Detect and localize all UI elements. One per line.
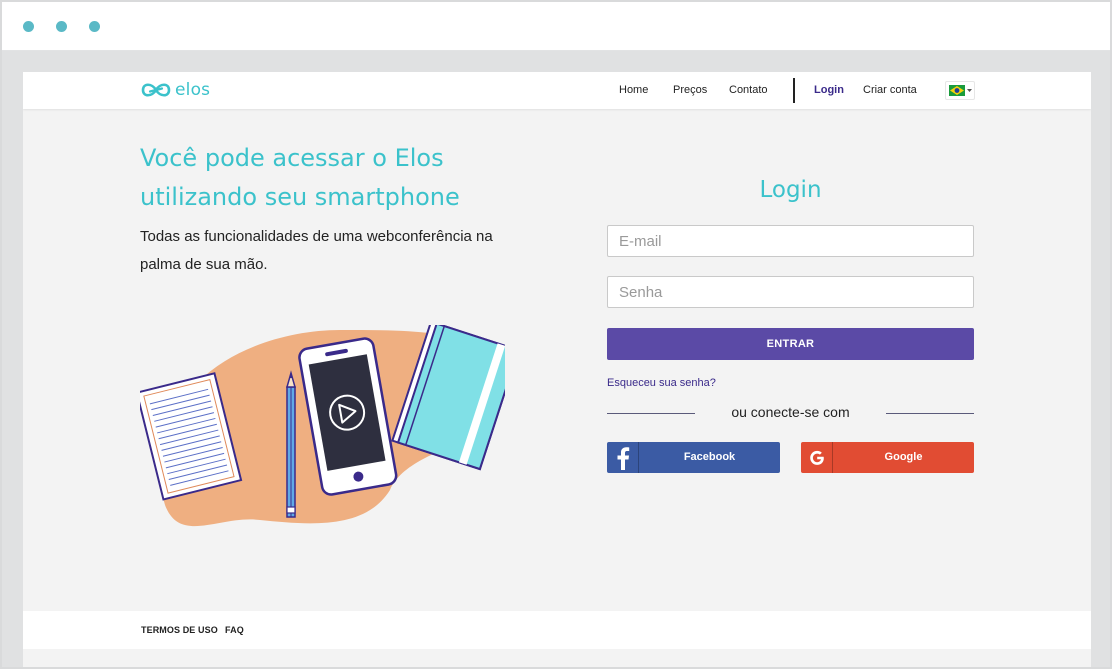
password-field[interactable] [607,276,974,308]
forgot-password-link[interactable]: Esqueceu sua senha? [607,377,716,389]
window-dot [89,21,100,32]
browser-chrome [2,2,1110,51]
hero-subtitle: Todas as funcionalidades de uma webconfe… [140,223,520,279]
brazil-flag-icon [948,85,965,96]
divider-line-right [886,413,974,414]
window-dot [56,21,67,32]
nav-login[interactable]: Login [814,72,844,109]
page: elos Home Preços Contato Login Criar con… [23,72,1091,667]
footer-terms-link[interactable]: TERMOS DE USO [141,625,218,635]
google-icon [801,442,833,473]
nav-criar-conta[interactable]: Criar conta [863,72,917,109]
google-login-button[interactable]: Google [801,442,974,473]
hero-subtitle-line: Todas as funcionalidades de uma webconfe… [140,228,493,245]
logo[interactable]: elos [140,79,210,101]
site-footer: TERMOS DE USO FAQ [23,611,1091,649]
social-divider-label: ou conecte-se com [731,404,850,420]
google-button-label: Google [884,451,923,463]
login-button[interactable]: ENTRAR [607,328,974,360]
site-header: elos Home Preços Contato Login Criar con… [23,72,1091,109]
facebook-icon [607,442,639,473]
logo-text: elos [175,80,211,100]
login-title: Login [759,177,822,203]
window-dot [23,21,34,32]
hero-title-line: utilizando seu smartphone [140,183,460,211]
nav-divider [793,78,795,103]
nav-home[interactable]: Home [619,72,648,109]
email-field[interactable] [607,225,974,257]
viewport: elos Home Preços Contato Login Criar con… [2,51,1110,667]
footer-faq-link[interactable]: FAQ [225,625,244,635]
nav-precos[interactable]: Preços [673,72,707,109]
facebook-button-label: Facebook [683,451,736,463]
language-selector[interactable] [945,81,975,100]
hero-title-line: Você pode acessar o Elos [140,144,444,172]
pencil [286,370,296,518]
browser-frame: elos Home Preços Contato Login Criar con… [0,0,1112,669]
hero-subtitle-line: palma de sua mão. [140,256,268,273]
devices-illustration [140,325,505,527]
facebook-login-button[interactable]: Facebook [607,442,780,473]
infinity-logo-icon [141,83,171,97]
nav-contato[interactable]: Contato [729,72,768,109]
hero-title: Você pode acessar o Elos utilizando seu … [140,139,520,217]
chevron-down-icon [966,88,972,92]
